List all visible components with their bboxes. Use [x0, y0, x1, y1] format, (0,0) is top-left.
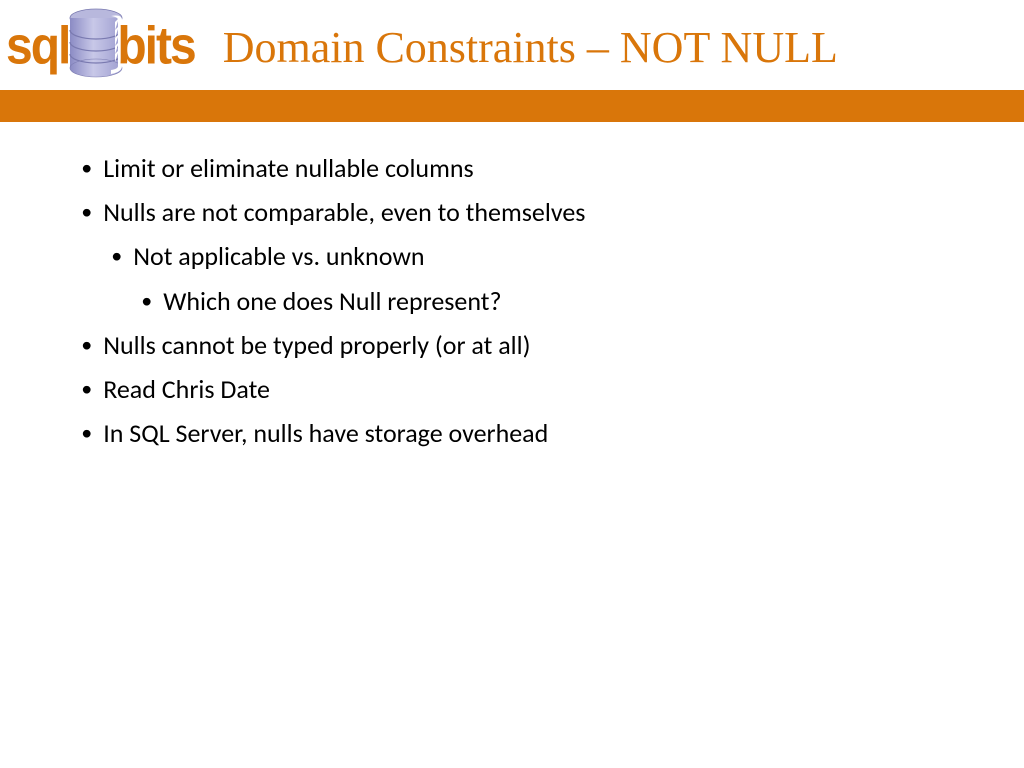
- slide-header: sql bits Domain: [0, 0, 1024, 90]
- bullet-list-nested-deep: Which one does Null represent?: [60, 279, 984, 323]
- slide-title: Domain Constraints – NOT NULL: [223, 22, 838, 73]
- logo-text-bits: bits: [117, 21, 194, 74]
- bullet-item: Limit or eliminate nullable columns: [60, 146, 984, 190]
- bullet-item: Which one does Null represent?: [60, 279, 984, 323]
- sqlbits-logo: sql bits: [6, 12, 195, 82]
- bullet-list: Limit or eliminate nullable columns Null…: [60, 146, 984, 234]
- divider-bar: [0, 90, 1024, 122]
- bullet-item: Not applicable vs. unknown: [60, 234, 984, 278]
- bullet-list-nested: Not applicable vs. unknown: [60, 234, 984, 278]
- bullet-item: In SQL Server, nulls have storage overhe…: [60, 411, 984, 455]
- bullet-item: Nulls cannot be typed properly (or at al…: [60, 323, 984, 367]
- logo-text-sql: sql: [6, 21, 69, 74]
- bullet-item: Read Chris Date: [60, 367, 984, 411]
- bullet-list: Nulls cannot be typed properly (or at al…: [60, 323, 984, 456]
- slide-content: Limit or eliminate nullable columns Null…: [0, 122, 1024, 455]
- bullet-item: Nulls are not comparable, even to themse…: [60, 190, 984, 234]
